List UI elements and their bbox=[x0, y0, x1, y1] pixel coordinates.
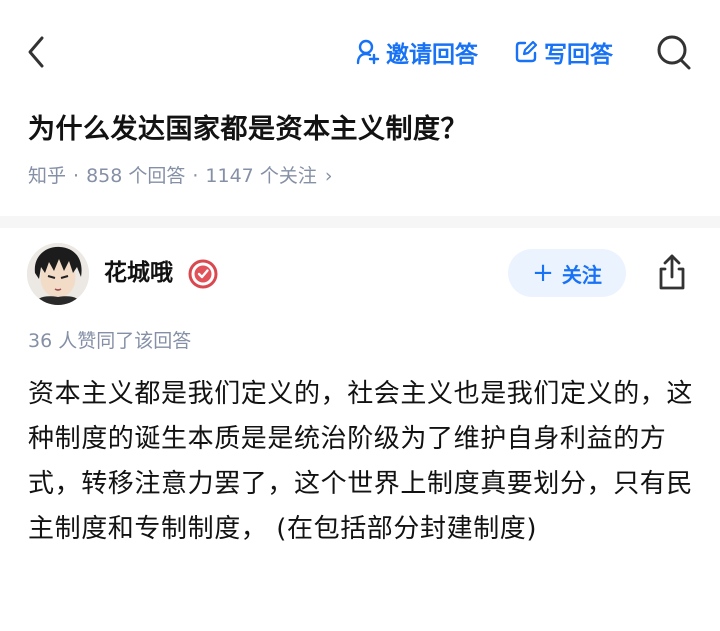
avatar-image bbox=[27, 243, 89, 305]
avatar[interactable] bbox=[27, 243, 89, 305]
question-meta[interactable]: 知乎 · 858 个回答 · 1147 个关注 › bbox=[28, 160, 332, 192]
author-name[interactable]: 花城哦 bbox=[104, 256, 173, 290]
follow-button[interactable]: + 关注 bbox=[508, 249, 626, 297]
back-button[interactable] bbox=[22, 34, 54, 70]
write-answer-label: 写回答 bbox=[544, 42, 613, 68]
answer-body[interactable]: 资本主义都是我们定义的，社会主义也是我们定义的，这种制度的诞生本质是是统治阶级为… bbox=[28, 372, 698, 552]
chevron-right-icon: › bbox=[324, 165, 333, 187]
follow-count: 1147 个关注 bbox=[205, 165, 317, 187]
top-nav-bar: 邀请回答 写回答 bbox=[0, 0, 720, 100]
person-plus-icon bbox=[356, 39, 380, 65]
invite-answer-label: 邀请回答 bbox=[386, 42, 478, 68]
pencil-square-icon bbox=[515, 40, 538, 63]
answer-page: 邀请回答 写回答 为什么发达国家都是资本主义制度？ 知乎 · 858 个回答 ·… bbox=[0, 0, 720, 631]
share-icon bbox=[659, 254, 685, 290]
plus-icon: + bbox=[532, 258, 554, 288]
search-button[interactable] bbox=[656, 33, 692, 71]
source-label: 知乎 bbox=[28, 165, 67, 187]
like-count: 36 人赞同了该回答 bbox=[28, 330, 192, 352]
meta-separator: · bbox=[192, 165, 199, 187]
follow-label: 关注 bbox=[561, 262, 602, 287]
answer-count: 858 个回答 bbox=[86, 165, 186, 187]
search-icon bbox=[657, 35, 691, 70]
share-button[interactable] bbox=[655, 252, 689, 292]
invite-answer-button[interactable]: 邀请回答 bbox=[356, 34, 478, 70]
write-answer-button[interactable]: 写回答 bbox=[514, 34, 613, 70]
section-divider bbox=[0, 216, 720, 228]
verified-badge-icon bbox=[188, 259, 218, 289]
question-title[interactable]: 为什么发达国家都是资本主义制度？ bbox=[28, 110, 708, 150]
meta-separator: · bbox=[73, 165, 80, 187]
back-arrow-icon bbox=[28, 36, 44, 68]
